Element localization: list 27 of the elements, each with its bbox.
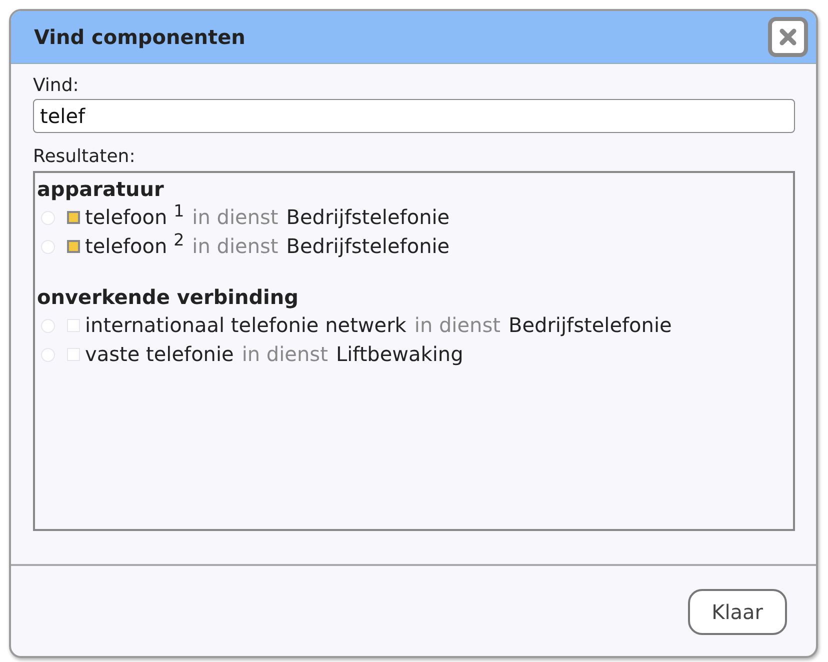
search-label: Vind: bbox=[33, 75, 79, 97]
result-service: Bedrijfstelefonie bbox=[508, 312, 672, 339]
group-heading: apparatuur bbox=[37, 176, 164, 203]
radio-button[interactable] bbox=[41, 240, 55, 254]
result-status: in dienst bbox=[414, 312, 500, 339]
result-status: in dienst bbox=[192, 204, 278, 231]
radio-button[interactable] bbox=[41, 318, 55, 332]
search-field[interactable]: telef bbox=[33, 99, 795, 133]
status-square-icon bbox=[67, 319, 80, 332]
result-name[interactable]: telefoon $^{1}$ bbox=[85, 203, 184, 232]
radio-button[interactable] bbox=[41, 210, 55, 224]
result-status: in dienst bbox=[192, 233, 278, 260]
status-square-icon bbox=[67, 348, 80, 361]
close-icon bbox=[778, 27, 798, 47]
result-service: Bedrijfstelefonie bbox=[286, 204, 450, 231]
result-service: Liftbewaking bbox=[336, 341, 464, 368]
results-label: Resultaten: bbox=[33, 146, 136, 168]
radio-button[interactable] bbox=[41, 348, 55, 362]
group-heading: onverkende verbinding bbox=[37, 284, 298, 311]
result-service: Bedrijfstelefonie bbox=[286, 233, 450, 260]
result-name[interactable]: telefoon $^{2}$ bbox=[85, 232, 184, 261]
close-button[interactable] bbox=[768, 17, 808, 57]
result-name[interactable]: vaste telefonie bbox=[85, 340, 234, 369]
result-status: in dienst bbox=[242, 341, 328, 368]
result-name[interactable]: internationaal telefonie netwerk bbox=[85, 311, 406, 340]
dialog-title: Vind componenten bbox=[34, 25, 246, 49]
done-button[interactable]: Klaar bbox=[688, 589, 787, 635]
